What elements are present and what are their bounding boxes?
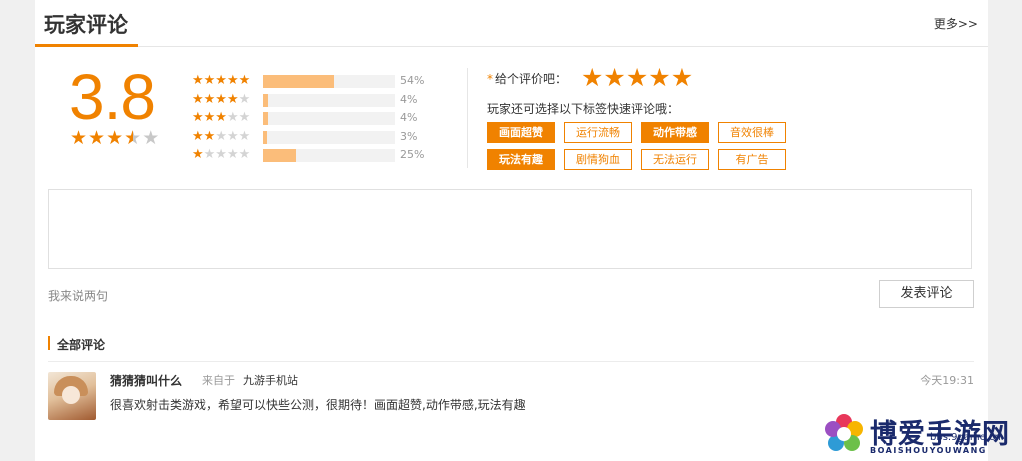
distribution-row: ★★★★★ 4% [192,92,432,111]
compose-hint: 我来说两句 [48,289,109,303]
distribution-bar [263,149,395,162]
comment-textarea[interactable] [48,189,972,269]
tag-button[interactable]: 运行流畅 [564,122,632,143]
comment-text: 很喜欢射击类游戏，希望可以快些公测，很期待！画面超赞,动作带感,玩法有趣 [110,398,526,412]
row-stars: ★★★★★ [192,92,250,108]
distribution-percent: 4% [400,92,418,106]
row-stars: ★★★★★ [192,147,250,163]
distribution-bar-fill [263,130,267,144]
rating-distribution: ★★★★★ 54% ★★★★★ 4% ★★★★★ 4% ★★★★★ 3% ★★★… [192,73,432,166]
rate-label-text: 给个评价吧： [495,72,568,86]
distribution-bar [263,93,395,107]
star-icon: ★★★ [192,110,227,125]
row-stars: ★★★★★ [192,110,250,126]
tag-button[interactable]: 音效很棒 [718,122,786,143]
more-link[interactable]: 更多>> [934,15,978,32]
tag-tip: 玩家还可选择以下标签快速评论哦： [487,102,680,116]
average-stars: ★★★★★ [70,128,160,148]
distribution-percent: 25% [400,148,425,161]
distribution-bar-fill [263,112,269,125]
row-stars: ★★★★★ [192,73,250,89]
star-icon: ★ [70,127,89,149]
comment-from-label: 来自于 [202,374,235,387]
all-comments-title: 全部评论 [57,338,106,352]
watermark: 博爱手游网 bbs.9game.cn BOAISHOUYOUWANG [820,410,1020,460]
star-empty-icon: ★★★★ [203,147,251,162]
comment-source: 九游手机站 [243,374,298,387]
average-score: 3.8 [69,61,156,133]
required-mark: * [487,72,493,86]
tag-button[interactable]: 玩法有趣 [487,149,555,170]
watermark-flower-icon [825,414,863,451]
watermark-url: bbs.9game.cn [930,432,1001,443]
star-icon: ★★★★★ [192,73,251,88]
distribution-bar-fill [263,149,296,162]
comments-panel: 玩家评论 更多>> 3.8 ★★★★★ ★★★★★ 54% ★★★★★ 4% ★… [35,0,988,461]
row-stars: ★★★★★ [192,129,250,145]
distribution-bar [263,130,395,144]
tag-button[interactable]: 动作带感 [641,122,709,143]
distribution-percent: 3% [400,129,418,143]
distribution-row: ★★★★★ 25% [192,147,432,166]
distribution-percent: 4% [400,111,418,124]
star-empty-icon: ★ [238,91,251,107]
star-icon: ★★ [192,128,216,144]
comment-username[interactable]: 猜猜猜叫什么 [110,372,182,389]
tag-button[interactable]: 剧情狗血 [564,149,632,170]
section-divider [48,361,974,362]
submit-comment-button[interactable]: 发表评论 [879,280,974,308]
distribution-bar-fill [263,93,269,107]
distribution-row: ★★★★★ 54% [192,73,432,92]
star-empty-icon: ★ [142,127,161,149]
distribution-row: ★★★★★ 3% [192,129,432,148]
distribution-percent: 54% [400,74,425,87]
title-underline [35,44,138,47]
avatar-face [62,386,80,404]
star-icon[interactable]: ★ [626,63,648,92]
distribution-bar [263,75,395,88]
star-icon[interactable]: ★ [671,63,693,92]
avatar[interactable] [48,372,96,420]
vertical-divider [467,68,468,168]
star-icon[interactable]: ★ [581,63,603,92]
star-empty-icon: ★★ [226,110,251,125]
section-marker [48,336,50,350]
star-half-icon: ★ [124,127,143,149]
distribution-row: ★★★★★ 4% [192,110,432,129]
star-empty-icon: ★★★ [215,128,251,144]
panel-header: 玩家评论 更多>> [35,0,988,47]
star-icon: ★★★★ [192,91,239,107]
star-icon[interactable]: ★ [603,63,625,92]
star-icon: ★ [192,147,204,162]
page-title: 玩家评论 [44,13,128,37]
star-icon[interactable]: ★ [648,63,670,92]
watermark-subtitle: BOAISHOUYOUWANG [870,446,987,455]
star-icon: ★ [88,127,107,149]
rate-label: * 给个评价吧： [487,70,567,87]
rate-stars[interactable]: ★★★★★ [581,63,693,92]
distribution-bar [263,112,395,125]
tag-button[interactable]: 有广告 [718,149,786,170]
tag-button[interactable]: 画面超赞 [487,122,555,143]
tag-button[interactable]: 无法运行 [641,149,709,170]
distribution-bar-fill [263,75,335,88]
comment-time: 今天19:31 [920,374,974,387]
star-icon: ★ [106,127,125,149]
